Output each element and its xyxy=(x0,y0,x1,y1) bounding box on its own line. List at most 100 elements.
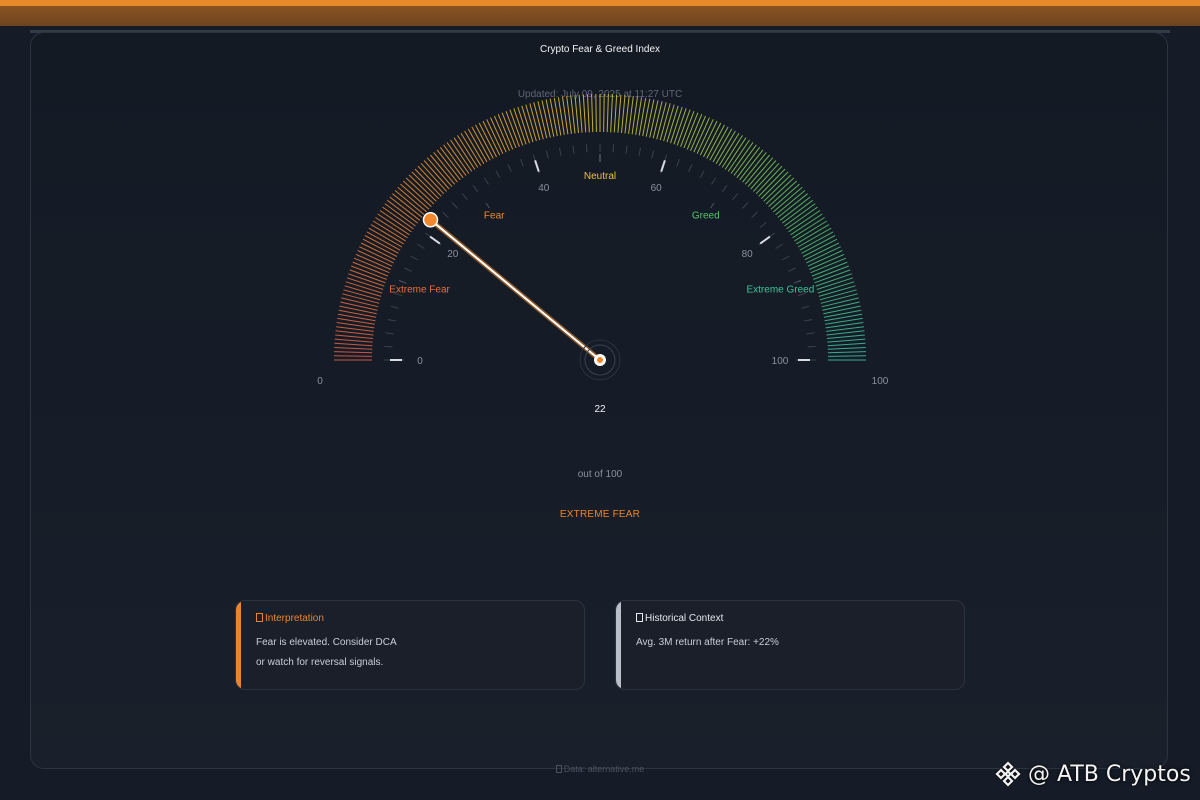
gauge-major-tick xyxy=(429,235,441,245)
card-title: Historical Context xyxy=(636,613,723,624)
card-title-text: Historical Context xyxy=(645,613,724,624)
gauge-arc-segment xyxy=(340,301,378,311)
gauge-major-tick xyxy=(759,235,771,245)
gauge-arc-segment xyxy=(777,193,808,218)
gauge-end-label: 100 xyxy=(872,376,889,387)
gauge-minor-tick xyxy=(782,255,790,261)
gauge-arc-segment xyxy=(578,94,583,133)
gauge-scale-label: 40 xyxy=(538,183,550,194)
gauge-arc-segment xyxy=(750,160,777,190)
gauge-arc-segment xyxy=(334,338,373,343)
gauge-minor-tick xyxy=(520,159,524,167)
gauge-arc-segment xyxy=(690,115,707,151)
gauge-out-of: out of 100 xyxy=(577,469,623,480)
gauge-arc-segment xyxy=(423,160,450,190)
gauge-arc-segment xyxy=(696,119,714,154)
gauge-arc-segment xyxy=(501,112,517,149)
gauge-arc-segment xyxy=(606,94,609,133)
gauge-arc-segment xyxy=(386,199,419,224)
gauge-arc-segment xyxy=(807,250,843,267)
card-title-text: Interpretation xyxy=(265,613,324,624)
gauge-hub-dot xyxy=(597,357,603,363)
gauge-arc-segment xyxy=(768,180,798,207)
gauge-arc-segment xyxy=(394,190,425,216)
gauge-minor-tick xyxy=(472,185,479,192)
gauge-minor-tick xyxy=(699,170,705,178)
gauge-minor-tick xyxy=(742,202,749,209)
gauge-arc-segment xyxy=(613,94,618,133)
gauge-minor-tick xyxy=(404,267,413,272)
gauge-arc-segment xyxy=(827,351,866,354)
gauge-value: 22 xyxy=(594,404,606,415)
gauge-arc-segment xyxy=(624,95,630,134)
gauge-arc-segment xyxy=(779,196,811,221)
gauge-arc-segment xyxy=(781,199,814,224)
gauge-arc-segment xyxy=(334,342,373,347)
gauge-arc-segment xyxy=(587,94,590,133)
gauge-arc-segment xyxy=(703,122,722,158)
gauge-minor-tick xyxy=(572,145,575,154)
gauge-minor-tick xyxy=(804,319,813,322)
data-source-text: Data: alternative.me xyxy=(563,764,645,774)
card-text-line: or watch for reversal signals. xyxy=(256,657,384,668)
gauge-arc-segment xyxy=(730,142,754,174)
gauge-arc-segment xyxy=(443,144,467,176)
gauge-arc-segment xyxy=(339,305,377,315)
gauge-arc-segment xyxy=(595,93,597,133)
gauge-scale-label: 100 xyxy=(772,356,789,367)
gauge-arc-segment xyxy=(591,94,594,133)
gauge-arc-segment xyxy=(823,309,862,318)
bulb-icon xyxy=(256,613,263,622)
needle-line xyxy=(429,218,601,361)
gauge-arc-segment xyxy=(426,157,453,187)
info-icon xyxy=(555,765,562,773)
gauge-arc-segment xyxy=(493,115,510,151)
gauge-minor-tick xyxy=(545,150,549,159)
gauge-minor-tick xyxy=(442,211,449,218)
interpretation-card: Interpretation Fear is elevated. Conside… xyxy=(235,600,585,690)
gauge-minor-tick xyxy=(787,267,796,272)
gauge-minor-tick xyxy=(495,170,501,178)
gauge-minor-tick xyxy=(390,305,399,309)
gauge-labels: 0 20 40 60 80 100 Extreme Fear Fear Neutral Greed… xyxy=(317,171,889,387)
gauge-arc-segment xyxy=(765,177,795,205)
gauge-arc-segment xyxy=(617,94,622,133)
gauge-zone-tick xyxy=(485,202,490,209)
gauge-arc-segment xyxy=(827,347,866,350)
gauge-minor-tick xyxy=(559,147,562,156)
gauge-arc-segment xyxy=(384,203,416,227)
gauge-arc-segment xyxy=(784,203,816,227)
gauge-major-tick xyxy=(660,159,666,173)
gauge-arc-segment xyxy=(545,99,555,137)
gauge-minor-tick xyxy=(585,144,588,153)
card-accent-bar xyxy=(616,601,621,689)
gauge-arc-segment xyxy=(362,238,398,257)
gauge-arc-segment xyxy=(826,330,865,336)
gauge-arc-segment xyxy=(402,180,432,207)
gauge-arc-segment xyxy=(826,334,865,339)
fear-greed-gauge: 0 20 40 60 80 100 Extreme Fear Fear Neutral Greed… xyxy=(317,93,889,387)
gauge-arc-segment xyxy=(541,100,551,138)
gauge-arc-segment xyxy=(760,171,789,200)
gauge-arc-segment xyxy=(382,206,414,230)
gauge-minor-tick xyxy=(807,345,816,348)
gauge-scale-label: 20 xyxy=(447,249,459,260)
gauge-arc-segment xyxy=(686,114,703,150)
gauge-arc-segment xyxy=(742,152,767,183)
card-title: Interpretation xyxy=(256,613,324,624)
gauge-arc-segment xyxy=(439,147,464,178)
gauge-minor-tick xyxy=(417,243,425,249)
gauge-arc-segment xyxy=(775,190,806,216)
gauge-arc-segment xyxy=(433,152,458,183)
gauge-arc-segment xyxy=(490,117,507,153)
gauge-arc-segment xyxy=(335,330,374,336)
gauge-needle xyxy=(422,212,621,381)
gauge-arc-segment xyxy=(645,99,655,137)
gauge-zone-label: Neutral xyxy=(584,171,616,182)
gauge-zone-tick xyxy=(795,280,801,284)
gauge-arc-segment xyxy=(649,100,659,138)
gauge-minor-tick xyxy=(751,211,758,218)
gauge-scale-label: 80 xyxy=(742,249,754,260)
gauge-arc-segment xyxy=(360,242,396,261)
gauge-end-label: 0 xyxy=(317,376,323,387)
